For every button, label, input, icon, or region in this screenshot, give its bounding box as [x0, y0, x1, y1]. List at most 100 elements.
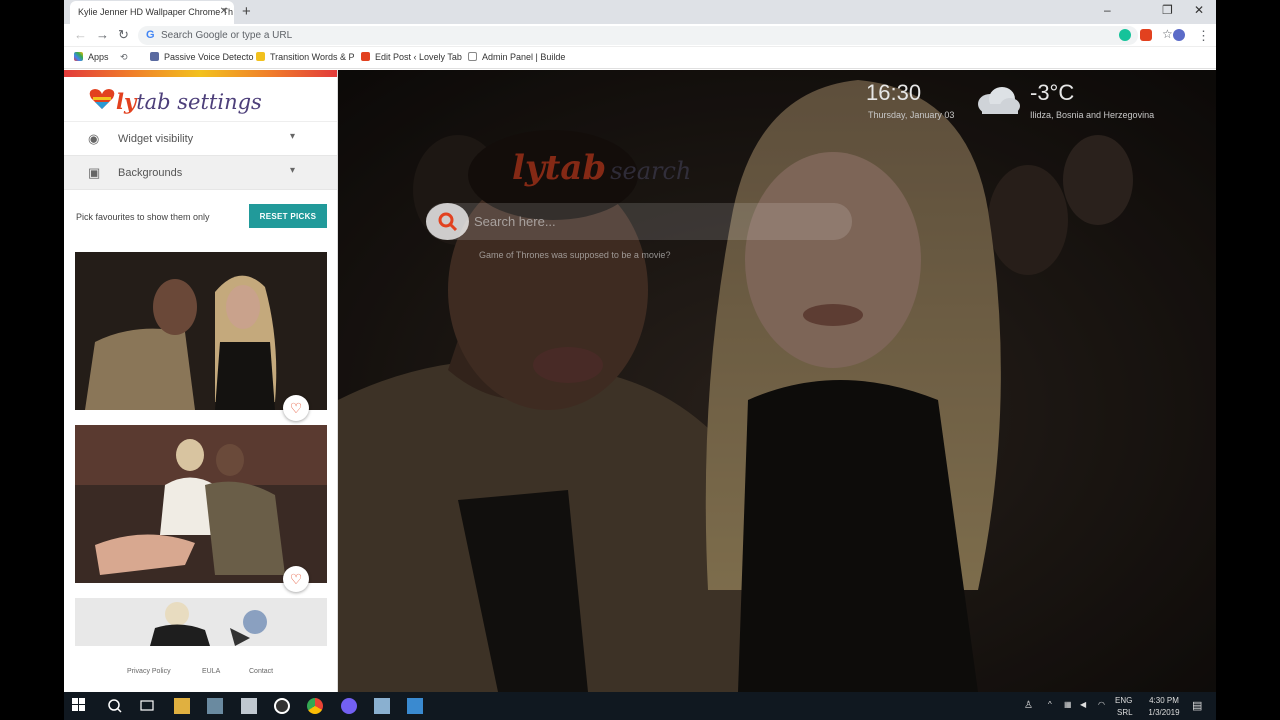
- menu-dots-icon[interactable]: ⋮: [1197, 28, 1210, 44]
- reset-picks-button[interactable]: RESET PICKS: [249, 204, 327, 228]
- camera-icon: ▣: [88, 165, 101, 180]
- language-eng[interactable]: ENG: [1115, 696, 1132, 705]
- wallpaper-thumbnail[interactable]: [75, 598, 327, 646]
- notification-icon[interactable]: ▤: [1192, 699, 1202, 712]
- wallpaper-thumbnail[interactable]: [75, 252, 327, 410]
- rainbow-bar: [64, 70, 337, 77]
- photos-icon[interactable]: [207, 698, 223, 714]
- pick-favourites-row: Pick favourites to show them only RESET …: [64, 190, 337, 248]
- bookmark-transition-words[interactable]: Transition Words & P: [256, 52, 355, 62]
- bookmark-star-icon[interactable]: ☆: [1162, 27, 1173, 41]
- grammarly-extension-icon[interactable]: [1119, 29, 1131, 41]
- contact-link[interactable]: Contact: [249, 668, 273, 675]
- privacy-policy-link[interactable]: Privacy Policy: [127, 668, 171, 675]
- address-bar[interactable]: G Search Google or type a URL ☆: [138, 26, 1173, 45]
- steam-icon[interactable]: [274, 698, 290, 714]
- page-icon: [256, 52, 265, 61]
- chrome-icon[interactable]: [307, 698, 323, 714]
- heart-icon: [361, 52, 370, 61]
- tab-strip: Kylie Jenner HD Wallpaper Chrome Th ✕ + …: [64, 0, 1216, 24]
- heart-logo-icon: [89, 89, 115, 109]
- bookmark-label: Passive Voice Detecto: [164, 52, 254, 62]
- browser-tab[interactable]: Kylie Jenner HD Wallpaper Chrome Th ✕: [70, 1, 234, 24]
- search-logo: lytab search: [512, 148, 691, 188]
- bookmarks-bar: Apps ⟲ Passive Voice Detecto Transition …: [64, 47, 1216, 69]
- bookmark-label: Admin Panel | Builde: [482, 52, 566, 62]
- mail-icon[interactable]: [407, 698, 423, 714]
- address-placeholder: Search Google or type a URL: [161, 30, 293, 41]
- search-icon[interactable]: [107, 698, 123, 714]
- accordion-label: Widget visibility: [118, 133, 194, 145]
- windows-start-icon[interactable]: [72, 698, 88, 714]
- minimize-button[interactable]: –: [1104, 3, 1111, 17]
- favourite-heart-button[interactable]: ♡: [283, 566, 309, 592]
- page-content: 16:30 Thursday, January 03 -3°C Ilidza, …: [64, 70, 1216, 692]
- notepad-icon[interactable]: [241, 698, 257, 714]
- eye-icon: ◉: [88, 131, 100, 146]
- language-srl[interactable]: SRL: [1117, 708, 1133, 717]
- apps-grid-icon: [74, 52, 83, 61]
- search-suggestion[interactable]: Game of Thrones was supposed to be a mov…: [479, 250, 670, 260]
- new-tab-button[interactable]: +: [242, 3, 251, 20]
- screen: Kylie Jenner HD Wallpaper Chrome Th ✕ + …: [0, 0, 1280, 720]
- history-icon[interactable]: ⟲: [120, 52, 128, 63]
- forward-icon[interactable]: →: [96, 27, 109, 42]
- search-logo-brand: lytab: [512, 148, 607, 188]
- wallpaper-photo: [338, 70, 1216, 692]
- tray-chevron-icon[interactable]: ^: [1048, 700, 1052, 709]
- file-explorer-icon[interactable]: [174, 698, 190, 714]
- thumbnail-image: [75, 598, 327, 646]
- search-input[interactable]: Search here...: [474, 214, 556, 229]
- viber-icon[interactable]: [341, 698, 357, 714]
- search-bar[interactable]: Search here...: [426, 203, 852, 240]
- task-view-icon[interactable]: [139, 698, 155, 714]
- pick-favourites-text: Pick favourites to show them only: [76, 212, 210, 222]
- back-icon[interactable]: ←: [74, 27, 87, 42]
- temperature: -3°C: [1030, 80, 1075, 105]
- browser-window: Kylie Jenner HD Wallpaper Chrome Th ✕ + …: [64, 0, 1216, 692]
- thumbnail-image: [75, 252, 327, 410]
- document-icon: [468, 52, 477, 61]
- chevron-down-icon: ▾: [290, 131, 296, 142]
- search-icon: [438, 212, 457, 231]
- favourite-heart-button[interactable]: ♡: [283, 395, 309, 421]
- profile-avatar[interactable]: [1173, 29, 1185, 41]
- logo-ly: ly: [116, 89, 137, 114]
- settings-logo: lytab settings: [64, 77, 337, 122]
- bookmark-passive-voice[interactable]: Passive Voice Detecto: [150, 52, 254, 62]
- eula-link[interactable]: EULA: [202, 668, 220, 675]
- heart-outline-icon: ♡: [289, 570, 303, 587]
- chevron-down-icon: ▾: [290, 165, 296, 176]
- taskbar-time[interactable]: 4:30 PM: [1142, 696, 1186, 705]
- search-button[interactable]: [426, 203, 469, 240]
- people-icon[interactable]: ♙: [1024, 700, 1033, 711]
- close-window-button[interactable]: ✕: [1194, 3, 1204, 17]
- network-icon[interactable]: ▦: [1064, 700, 1072, 709]
- wallpaper-thumbnail[interactable]: [75, 425, 327, 583]
- restore-button[interactable]: ❐: [1162, 3, 1173, 17]
- lytab-extension-icon[interactable]: [1140, 29, 1152, 41]
- notes-app-icon[interactable]: [374, 698, 390, 714]
- browser-toolbar: ← → ↻ G Search Google or type a URL ☆ ⋮: [64, 24, 1216, 47]
- google-icon: G: [146, 29, 155, 41]
- taskbar-date[interactable]: 1/3/2019: [1142, 708, 1186, 717]
- tab-title: Kylie Jenner HD Wallpaper Chrome Th: [78, 7, 234, 17]
- cloud-weather-icon: [978, 87, 1020, 114]
- accordion-widget-visibility[interactable]: ◉ Widget visibility ▾: [64, 122, 337, 156]
- bookmark-edit-post[interactable]: Edit Post ‹ Lovely Tab: [361, 52, 462, 62]
- volume-icon[interactable]: ◀: [1080, 700, 1086, 709]
- accordion-backgrounds[interactable]: ▣ Backgrounds ▾: [64, 156, 337, 190]
- reload-icon[interactable]: ↻: [118, 27, 129, 43]
- bookmark-label: Apps: [88, 52, 109, 62]
- accordion-label: Backgrounds: [118, 167, 183, 179]
- wifi-icon[interactable]: ◠: [1098, 700, 1105, 709]
- search-logo-suffix: search: [610, 157, 692, 185]
- wallpaper-background: 16:30 Thursday, January 03 -3°C Ilidza, …: [338, 70, 1216, 692]
- heart-outline-icon: ♡: [289, 399, 303, 416]
- tab-close-icon[interactable]: ✕: [220, 6, 228, 17]
- logo-rest: tab settings: [136, 90, 262, 114]
- bookmark-apps[interactable]: Apps: [74, 52, 109, 62]
- weather-location: Ilidza, Bosnia and Herzegovina: [1030, 110, 1155, 120]
- bookmark-admin-panel[interactable]: Admin Panel | Builde: [468, 52, 565, 62]
- thumbnail-image: [75, 425, 327, 583]
